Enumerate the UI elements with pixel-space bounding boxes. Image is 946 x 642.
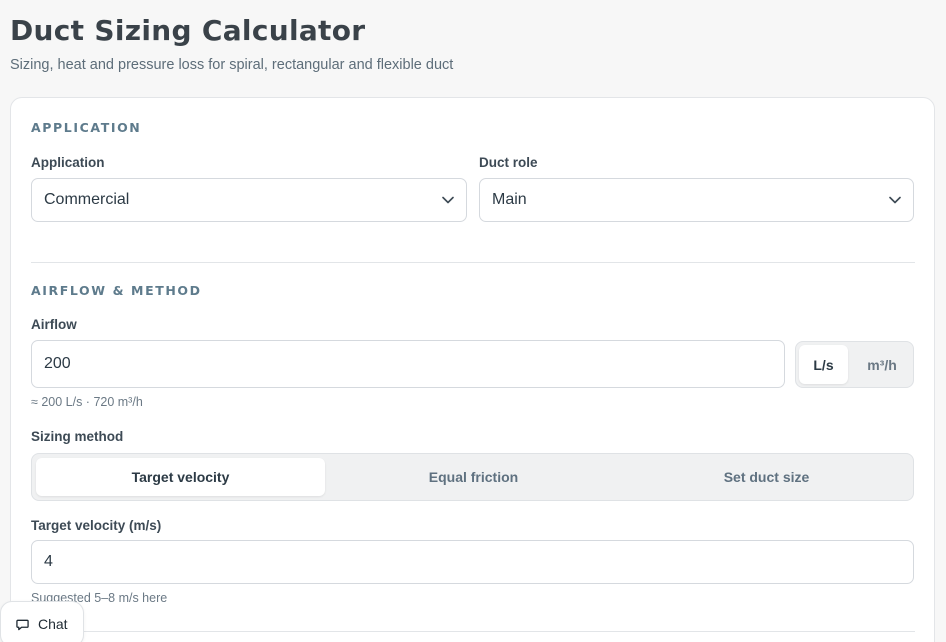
airflow-input[interactable]: 200 xyxy=(31,340,785,388)
sizing-method-target-velocity[interactable]: Target velocity xyxy=(36,458,325,496)
chat-label: Chat xyxy=(38,616,68,632)
section-divider xyxy=(31,262,915,263)
sizing-method-equal-friction[interactable]: Equal friction xyxy=(329,458,618,496)
target-velocity-input-value: 4 xyxy=(44,553,53,570)
unit-option-ls[interactable]: L/s xyxy=(799,345,848,384)
section-heading-application: APPLICATION xyxy=(31,120,142,135)
airflow-conversion-hint: ≈ 200 L/s · 720 m³/h xyxy=(31,395,143,409)
chevron-down-icon xyxy=(889,196,901,204)
page-subtitle: Sizing, heat and pressure loss for spira… xyxy=(10,57,454,73)
sizing-method-label: Sizing method xyxy=(31,429,124,444)
duct-role-select[interactable]: Main xyxy=(479,178,914,222)
airflow-unit-toggle: L/s m³/h xyxy=(795,341,914,388)
page-title: Duct Sizing Calculator xyxy=(10,14,366,47)
section-divider xyxy=(31,631,915,632)
duct-role-select-value: Main xyxy=(492,191,527,208)
sizing-method-selector: Target velocity Equal friction Set duct … xyxy=(31,453,914,501)
target-velocity-input[interactable]: 4 xyxy=(31,540,914,584)
section-heading-airflow: AIRFLOW & METHOD xyxy=(31,283,202,298)
airflow-input-value: 200 xyxy=(44,355,71,372)
unit-option-m3h[interactable]: m³/h xyxy=(854,345,910,384)
chat-button[interactable]: Chat xyxy=(0,601,84,642)
calculator-card: APPLICATION Application Commercial Duct … xyxy=(10,97,935,642)
application-label: Application xyxy=(31,155,105,170)
airflow-label: Airflow xyxy=(31,317,77,332)
application-select-value: Commercial xyxy=(44,191,130,208)
chat-bubble-icon xyxy=(16,619,29,630)
sizing-method-set-duct-size[interactable]: Set duct size xyxy=(622,458,911,496)
chevron-down-icon xyxy=(442,196,454,204)
duct-role-label: Duct role xyxy=(479,155,538,170)
application-select[interactable]: Commercial xyxy=(31,178,467,222)
target-velocity-label: Target velocity (m/s) xyxy=(31,518,162,533)
